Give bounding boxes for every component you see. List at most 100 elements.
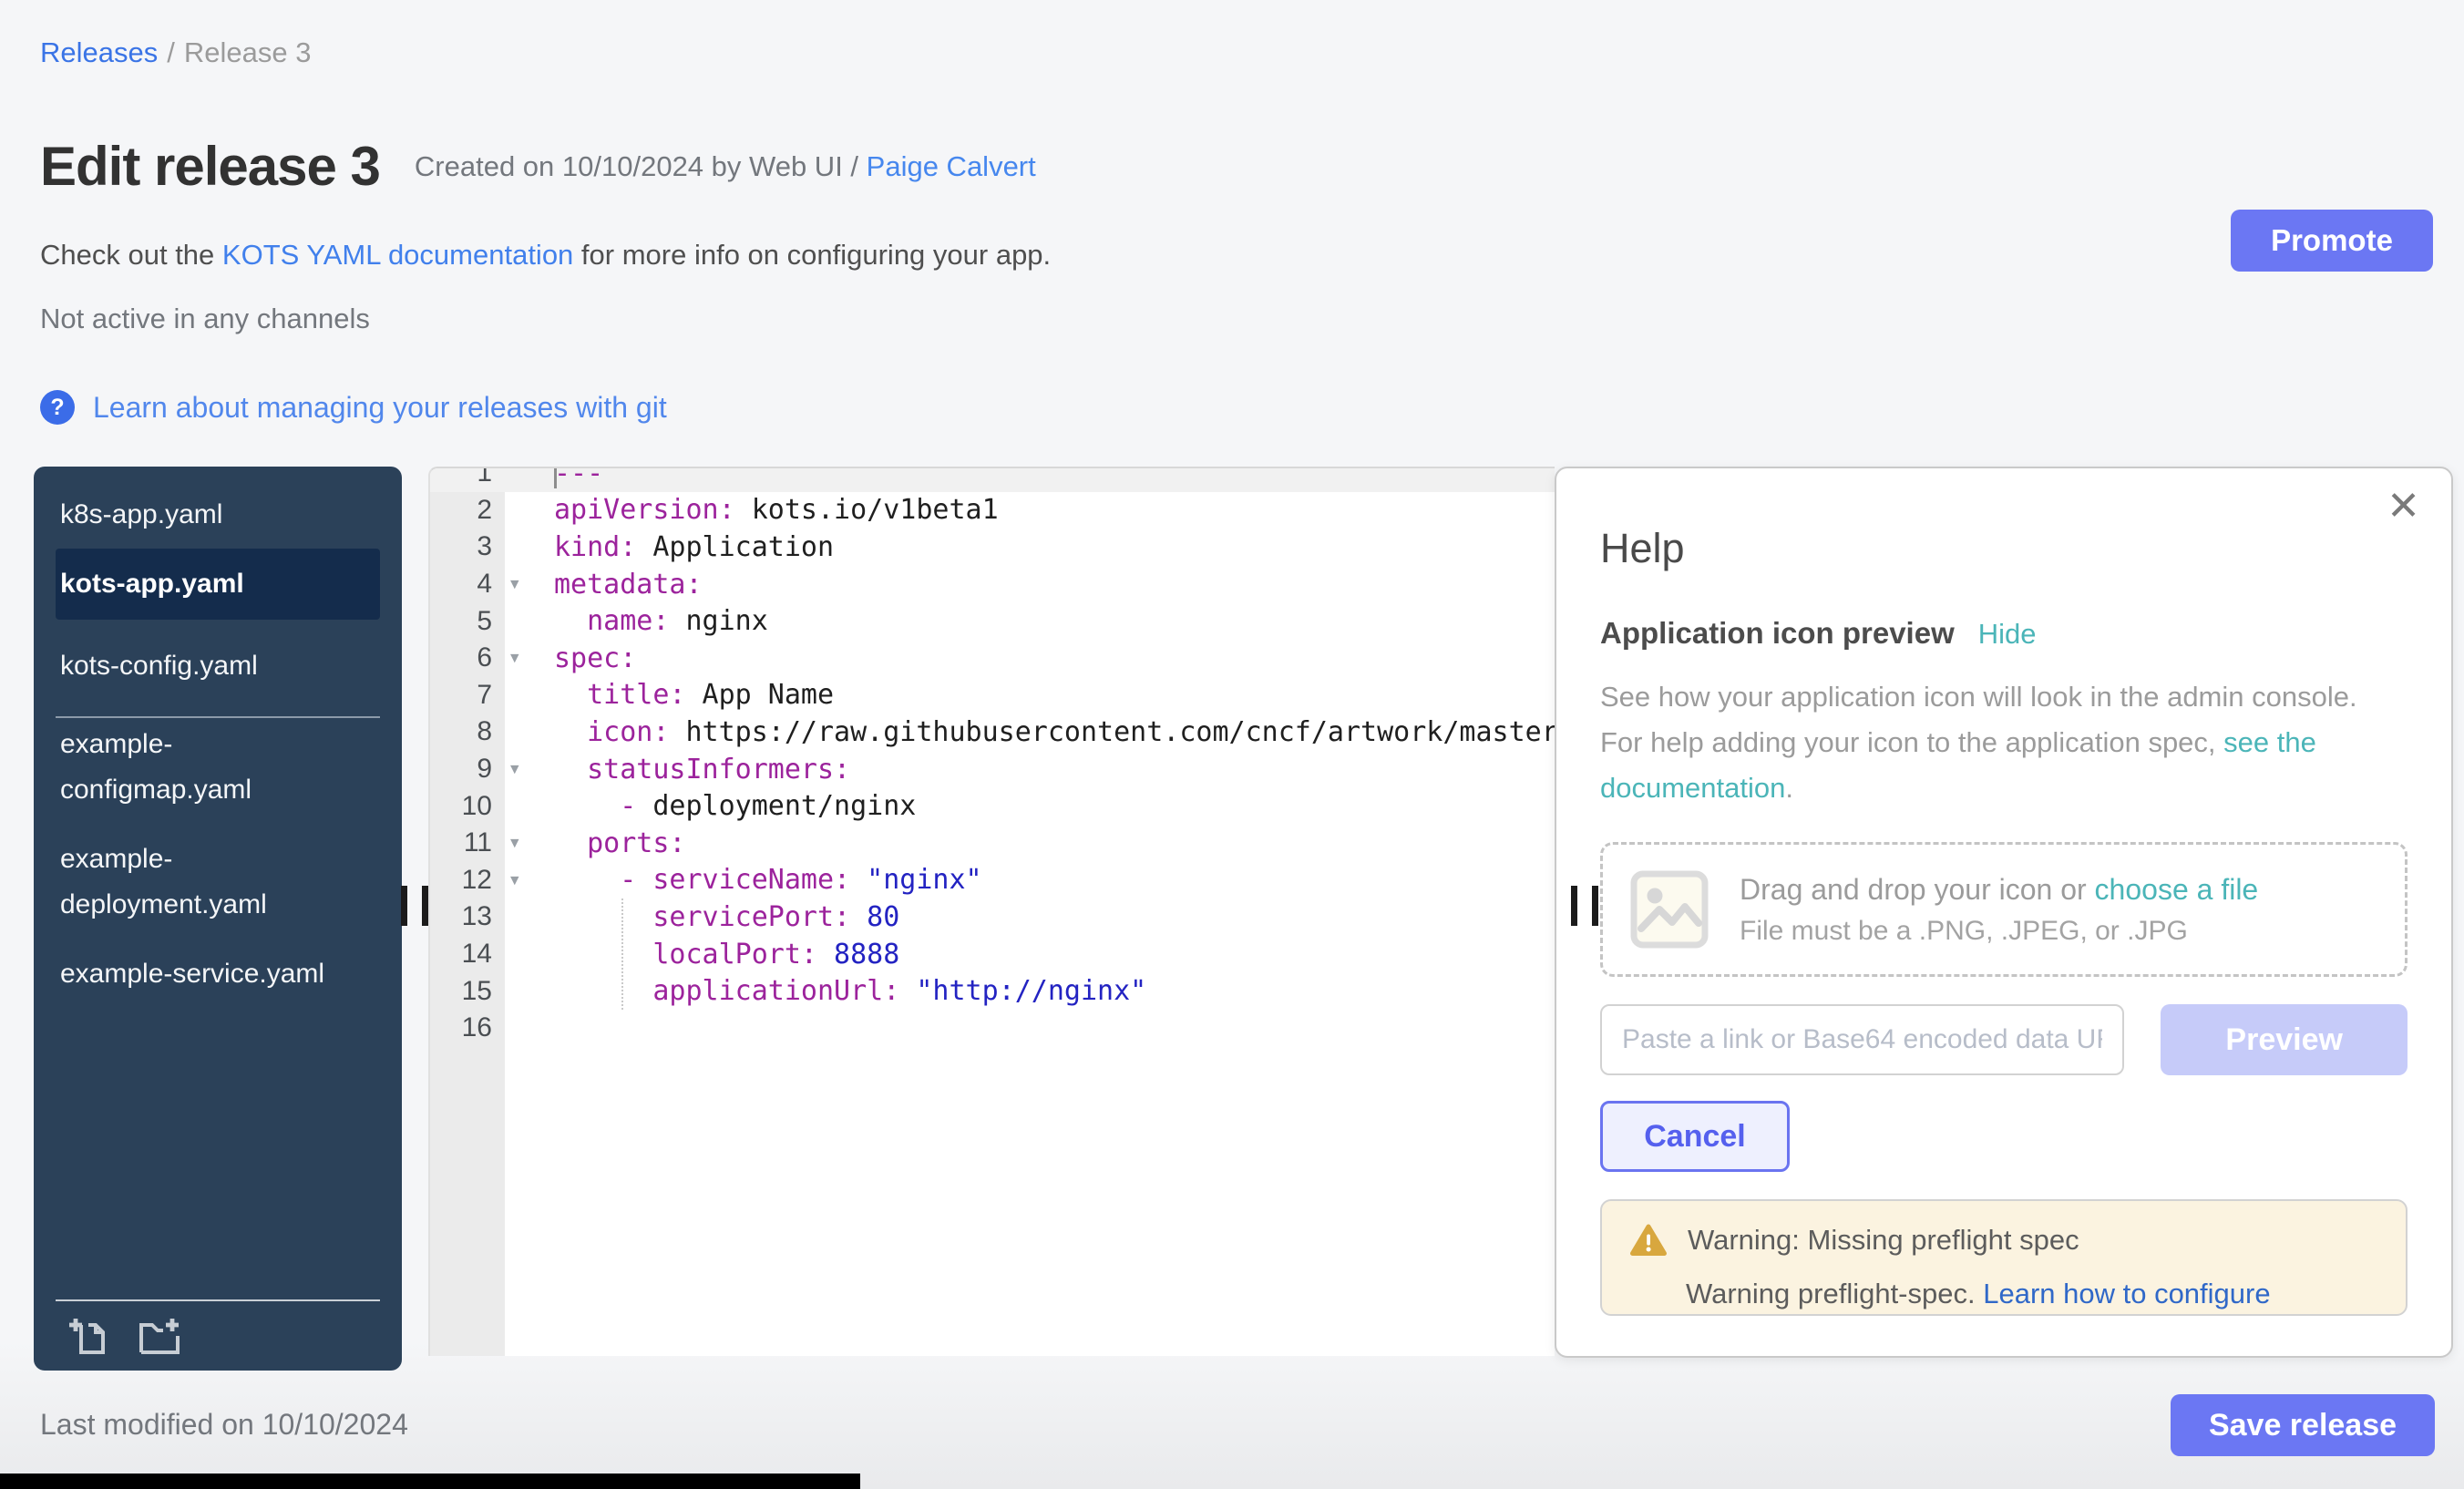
line-number: 1 <box>430 467 505 488</box>
text-cursor <box>554 467 557 488</box>
line-number: 4 <box>430 569 505 600</box>
panel-resize-handle[interactable] <box>1571 886 1598 926</box>
warning-title: Warning: Missing preflight spec <box>1688 1224 2079 1257</box>
sidebar-actions <box>67 1314 185 1358</box>
help-panel: ✕ Help Application icon preview Hide See… <box>1555 467 2453 1358</box>
warning-text: Warning preflight-spec. <box>1686 1278 1983 1309</box>
line-number: 16 <box>430 1012 505 1043</box>
code-text: localPort: 8888 <box>554 939 899 970</box>
breadcrumb-separator: / <box>167 36 175 68</box>
code-line-11: 11▾ ports: <box>430 825 1555 862</box>
fold-arrow-icon[interactable]: ▾ <box>510 869 519 890</box>
hide-link[interactable]: Hide <box>1978 618 2037 651</box>
code-text: metadata: <box>554 569 703 601</box>
fold-arrow-icon[interactable]: ▾ <box>510 648 519 669</box>
doc-text-post: for more info on configuring your app. <box>573 239 1051 271</box>
fold-arrow-icon[interactable]: ▾ <box>510 833 519 854</box>
sidebar-file-kots-config.yaml[interactable]: kots-config.yaml <box>56 643 345 689</box>
line-number: 8 <box>430 716 505 747</box>
sidebar-resize-handle[interactable] <box>401 886 428 926</box>
created-text: Created on 10/10/2024 by Web UI / <box>415 150 867 182</box>
bottom-bar <box>0 1474 860 1489</box>
help-title: Help <box>1600 525 2408 572</box>
doc-text-pre: Check out the <box>40 239 222 271</box>
code-line-7: 7 title: App Name <box>430 677 1555 714</box>
code-text: ports: <box>554 827 686 859</box>
code-text: - serviceName: "nginx" <box>554 864 982 896</box>
line-number: 14 <box>430 939 505 970</box>
code-text: name: nginx <box>554 605 768 637</box>
file-sidebar: k8s-app.yaml kots-app.yaml kots-config.yam… <box>34 467 402 1371</box>
code-line-10: 10 - deployment/nginx <box>430 787 1555 825</box>
sidebar-file-kots-app.yaml[interactable]: kots-app.yaml <box>56 549 380 620</box>
page-title: Edit release 3 <box>40 135 380 198</box>
sidebar-bottom-divider <box>56 1299 380 1301</box>
line-number: 15 <box>430 976 505 1007</box>
sidebar-file-example-service.yaml[interactable]: example-service.yaml <box>56 951 345 997</box>
save-release-button[interactable]: Save release <box>2171 1394 2435 1456</box>
warning-detail: Warning preflight-spec. Learn how to con… <box>1686 1278 2378 1310</box>
code-text: applicationUrl: "http://nginx" <box>554 975 1146 1007</box>
code-line-4: 4▾ metadata: <box>430 566 1555 603</box>
git-learn-link[interactable]: Learn about managing your releases with … <box>93 391 667 425</box>
line-number: 2 <box>430 495 505 526</box>
warning-triangle-icon <box>1629 1223 1668 1258</box>
code-text: --- <box>554 467 603 489</box>
code-text: spec: <box>554 642 636 674</box>
description-period: . <box>1785 772 1793 804</box>
cancel-button[interactable]: Cancel <box>1600 1101 1790 1172</box>
code-line-13: 13 servicePort: 80 <box>430 899 1555 936</box>
code-text: - deployment/nginx <box>554 790 916 822</box>
preflight-warning-box: Warning: Missing preflight spec Warning … <box>1600 1199 2408 1316</box>
image-placeholder-icon <box>1630 870 1709 949</box>
preview-button[interactable]: Preview <box>2161 1004 2408 1075</box>
icon-url-row: Preview <box>1600 1004 2408 1075</box>
code-line-5: 5 name: nginx <box>430 602 1555 640</box>
breadcrumb: Releases / Release 3 <box>40 36 311 69</box>
line-number: 12 <box>430 865 505 896</box>
line-number: 9 <box>430 754 505 785</box>
code-text: icon: https://raw.githubusercontent.com/… <box>554 716 1555 748</box>
new-folder-icon[interactable] <box>138 1314 185 1358</box>
code-text: title: App Name <box>554 679 834 711</box>
icon-url-input[interactable] <box>1600 1004 2124 1075</box>
code-area: 1 --- 2 apiVersion: kots.io/v1beta1 3 kind: A… <box>430 467 1555 1047</box>
icon-preview-section-header: Application icon preview Hide <box>1600 616 2408 651</box>
line-number: 5 <box>430 606 505 637</box>
drop-requirements: File must be a .PNG, .JPEG, or .JPG <box>1740 916 2258 947</box>
promote-button[interactable]: Promote <box>2231 210 2433 272</box>
breadcrumb-current: Release 3 <box>184 36 312 68</box>
yaml-editor[interactable]: 1 --- 2 apiVersion: kots.io/v1beta1 3 kind: A… <box>428 467 1555 1356</box>
code-line-16: 16 <box>430 1010 1555 1047</box>
learn-configure-link[interactable]: Learn how to configure <box>1983 1278 2270 1309</box>
code-line-3: 3 kind: Application <box>430 529 1555 566</box>
choose-file-link[interactable]: choose a file <box>2095 873 2259 906</box>
question-mark-icon: ? <box>40 390 75 425</box>
fold-arrow-icon[interactable]: ▾ <box>510 759 519 780</box>
section-title: Application icon preview <box>1600 616 1955 651</box>
drop-text: Drag and drop your icon or <box>1740 873 2095 906</box>
sidebar-file-example-configmap.yaml[interactable]: example-configmap.yaml <box>56 722 345 813</box>
edit-release-page: Releases / Release 3 Edit release 3 Create… <box>0 0 2464 1489</box>
created-author-link[interactable]: Paige Calvert <box>867 150 1036 182</box>
line-number: 7 <box>430 680 505 711</box>
fold-arrow-icon[interactable]: ▾ <box>510 574 519 595</box>
line-number: 3 <box>430 531 505 562</box>
indent-guide <box>621 899 623 1010</box>
help-body: Help Application icon preview Hide See h… <box>1600 468 2408 1316</box>
breadcrumb-releases-link[interactable]: Releases <box>40 36 158 68</box>
line-number: 6 <box>430 642 505 673</box>
line-number: 13 <box>430 901 505 932</box>
new-file-icon[interactable] <box>67 1314 114 1358</box>
code-line-1: 1 --- <box>430 467 1555 492</box>
doc-info-line: Check out the KOTS YAML documentation fo… <box>40 239 1051 272</box>
sidebar-file-example-deployment.yaml[interactable]: example-deployment.yaml <box>56 837 345 928</box>
code-line-9: 9▾ statusInformers: <box>430 751 1555 788</box>
kots-yaml-doc-link[interactable]: KOTS YAML documentation <box>222 239 573 271</box>
code-line-6: 6▾ spec: <box>430 640 1555 677</box>
code-text: servicePort: 80 <box>554 901 899 933</box>
icon-drop-zone[interactable]: Drag and drop your icon or choose a file… <box>1600 842 2408 977</box>
sidebar-file-k8s-app.yaml[interactable]: k8s-app.yaml <box>56 492 345 538</box>
code-text: kind: Application <box>554 531 834 563</box>
code-text: apiVersion: kots.io/v1beta1 <box>554 494 999 526</box>
